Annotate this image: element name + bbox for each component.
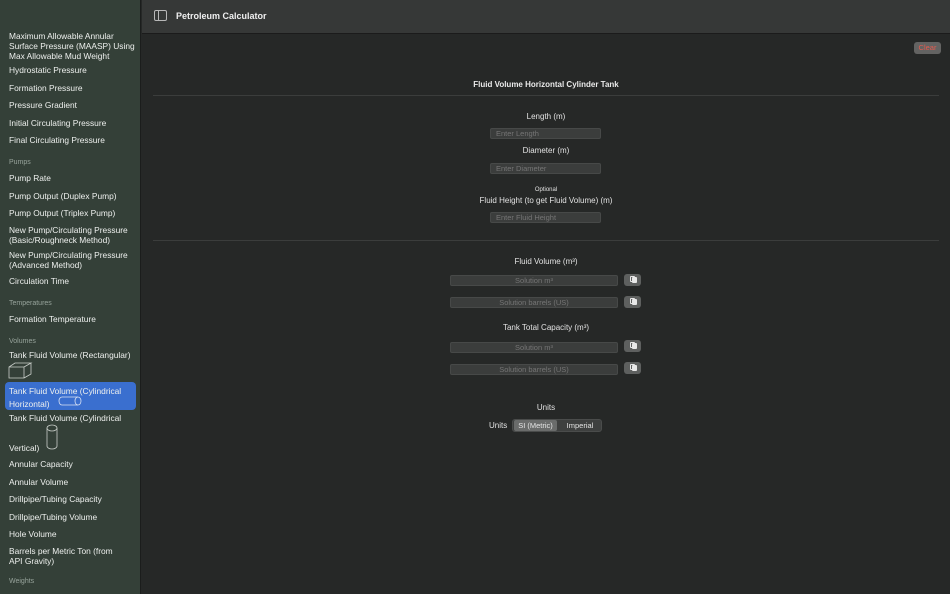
copy-icon[interactable] — [624, 296, 641, 308]
sidebar-item-pressure-gradient[interactable]: Pressure Gradient — [9, 100, 135, 110]
sidebar-item-formation-temperature[interactable]: Formation Temperature — [9, 314, 135, 324]
sidebar-item-annular-capacity[interactable]: Annular Capacity — [9, 459, 135, 469]
length-label: Length (m) — [526, 112, 566, 121]
calculator-panel: Clear Fluid Volume Horizontal Cylinder T… — [142, 35, 950, 594]
sidebar-item-maasp[interactable]: Maximum Allowable Annular Surface Pressu… — [9, 31, 135, 61]
clear-button[interactable]: Clear — [914, 42, 941, 54]
sidebar-item-tank-rectangular[interactable]: Tank Fluid Volume (Rectangular) — [9, 350, 135, 360]
sidebar-item-hydrostatic-pressure[interactable]: Hydrostatic Pressure — [9, 65, 135, 75]
units-option-si[interactable]: SI (Metric) — [514, 420, 557, 431]
tank-capacity-m3-output[interactable] — [450, 342, 618, 353]
app-title: Petroleum Calculator — [176, 11, 267, 21]
sidebar-item-hole-volume[interactable]: Hole Volume — [9, 529, 135, 539]
sidebar-item-barrels-per-metric-ton[interactable]: Barrels per Metric Ton (from API Gravity… — [9, 546, 113, 566]
units-heading: Units — [536, 403, 556, 412]
sidebar-item-new-pump-pressure-advanced[interactable]: New Pump/Circulating Pressure (Advanced … — [9, 250, 135, 270]
tank-capacity-bbl-output[interactable] — [450, 364, 618, 375]
sidebar-item-pump-rate[interactable]: Pump Rate — [9, 173, 135, 183]
horizontal-cylinder-icon — [58, 396, 82, 406]
sidebar: Maximum Allowable Annular Surface Pressu… — [0, 0, 141, 594]
sidebar-item-final-circulating-pressure[interactable]: Final Circulating Pressure — [9, 135, 135, 145]
sidebar-item-initial-circulating-pressure[interactable]: Initial Circulating Pressure — [9, 118, 135, 128]
sidebar-item-tank-cylindrical-vertical[interactable]: Tank Fluid Volume (Cylindrical — [9, 413, 135, 423]
sidebar-item-pump-output-duplex[interactable]: Pump Output (Duplex Pump) — [9, 191, 135, 201]
copy-icon[interactable] — [624, 274, 641, 286]
divider — [153, 240, 939, 241]
diameter-input[interactable] — [490, 163, 601, 174]
fluid-volume-label: Fluid Volume (m³) — [514, 257, 578, 266]
sidebar-item-drillpipe-capacity[interactable]: Drillpipe/Tubing Capacity — [9, 494, 135, 504]
divider — [153, 95, 939, 96]
sidebar-item-circulation-time[interactable]: Circulation Time — [9, 276, 135, 286]
diameter-label: Diameter (m) — [522, 146, 570, 155]
sidebar-section-weights: Weights — [9, 578, 35, 585]
units-option-imperial[interactable]: Imperial — [559, 420, 601, 431]
sidebar-item-annular-volume[interactable]: Annular Volume — [9, 477, 135, 487]
sidebar-item-drillpipe-volume[interactable]: Drillpipe/Tubing Volume — [9, 512, 135, 522]
fluid-volume-bbl-output[interactable] — [450, 297, 618, 308]
sidebar-section-pumps: Pumps — [9, 159, 31, 166]
page-title: Fluid Volume Horizontal Cylinder Tank — [473, 80, 619, 89]
fluid-volume-m3-output[interactable] — [450, 275, 618, 286]
units-segmented-control: SI (Metric) Imperial — [512, 419, 602, 432]
toolbar: Petroleum Calculator — [142, 0, 950, 34]
tank-capacity-label: Tank Total Capacity (m³) — [502, 323, 590, 332]
sidebar-item-tank-cylindrical-vertical-cont[interactable]: Vertical) — [9, 443, 135, 453]
fluid-height-input[interactable] — [490, 212, 601, 223]
fluid-height-label: Fluid Height (to get Fluid Volume) (m) — [479, 196, 613, 205]
sidebar-item-pump-output-triplex[interactable]: Pump Output (Triplex Pump) — [9, 208, 135, 218]
length-input[interactable] — [490, 128, 601, 139]
rectangular-tank-icon — [8, 362, 33, 379]
units-label: Units — [489, 421, 508, 430]
sidebar-toggle-icon[interactable] — [154, 10, 167, 21]
copy-icon[interactable] — [624, 362, 641, 374]
sidebar-section-temperatures: Temperatures — [9, 300, 52, 307]
sidebar-item-formation-pressure[interactable]: Formation Pressure — [9, 83, 135, 93]
copy-icon[interactable] — [624, 340, 641, 352]
optional-label: Optional — [534, 187, 558, 193]
sidebar-item-new-pump-pressure-basic[interactable]: New Pump/Circulating Pressure (Basic/Rou… — [9, 225, 135, 245]
sidebar-section-volumes: Volumes — [9, 338, 36, 345]
